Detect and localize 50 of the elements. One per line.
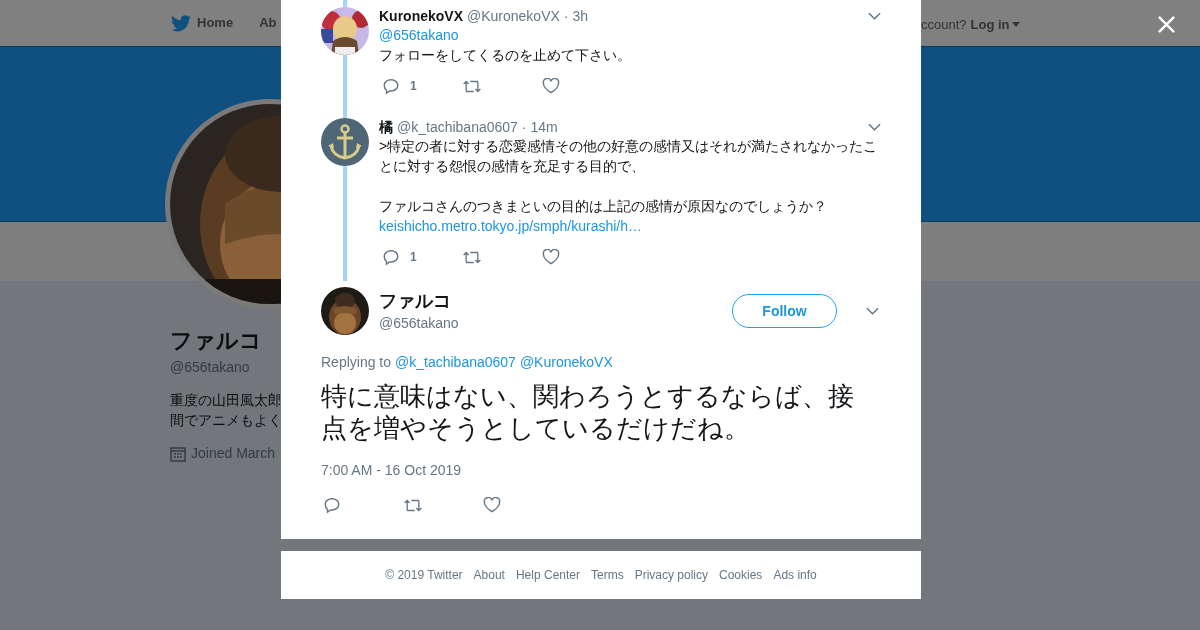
reply-count: 1: [410, 249, 417, 266]
mention-link[interactable]: @656takano: [379, 25, 459, 45]
nav-link[interactable]: Ab: [259, 13, 277, 33]
reply-icon[interactable]: [382, 248, 400, 266]
profile-handle: @656takano: [170, 358, 250, 377]
chevron-icon[interactable]: [868, 12, 881, 20]
nav-link[interactable]: Home: [171, 13, 234, 33]
tweet-text: >特定の者に対する恋愛感情その他の好意の感情又はそれが満たされなかったことに対する怨恨の感情を充足する目的で、: [379, 137, 879, 176]
tweet-timestamp: 7:00 AM - 16 Oct 2019: [321, 461, 462, 480]
author-name: ファルコ: [379, 289, 451, 313]
like-icon[interactable]: [483, 497, 501, 513]
mention-link[interactable]: @KuronekoVX: [519, 353, 613, 371]
tweet-text: フォローをしてくるのを止めて下さい。: [379, 46, 632, 65]
joined-date: Joined March: [191, 444, 276, 463]
footer-link[interactable]: Terms: [591, 566, 624, 584]
tweet-time: 3h: [572, 7, 589, 25]
footer-link[interactable]: Privacy policy: [634, 566, 708, 584]
chevron-icon[interactable]: [866, 307, 879, 315]
mention-link[interactable]: @k_tachibana0607: [395, 353, 516, 371]
author-handle: @KuronekoVX: [467, 7, 560, 25]
login-link[interactable]: Log in: [970, 15, 1020, 35]
close-icon[interactable]: [1157, 15, 1176, 34]
reply-count: 1: [410, 78, 417, 95]
like-icon[interactable]: [542, 78, 560, 94]
separator-dot: ·: [521, 118, 527, 136]
calendar-icon: [170, 445, 186, 462]
author-handle: @656takano: [379, 313, 459, 333]
replying-label: Replying to: [321, 353, 392, 371]
tweet-text: ファルコさんのつきまといの目的は上記の感情が原因なのでしょうか？: [379, 197, 828, 216]
author-name: 橘: [379, 118, 393, 136]
author-name: KuronekoVX: [379, 7, 463, 25]
account-prompt: ccount?: [921, 16, 967, 34]
footer-link[interactable]: Ads info: [773, 566, 817, 584]
footer-link[interactable]: Help Center: [515, 566, 580, 584]
tweet-link[interactable]: keishicho.metro.tokyo.jp/smph/kurashi/h…: [379, 216, 642, 236]
caret-icon: [1011, 22, 1020, 28]
anchor-icon: [328, 124, 362, 160]
tweet-time: 14m: [530, 118, 558, 136]
like-icon[interactable]: [542, 249, 560, 265]
reply-icon[interactable]: [323, 496, 341, 514]
bird-icon: [171, 14, 191, 32]
author-handle: @k_tachibana0607: [397, 118, 518, 136]
footer-link[interactable]: Cookies: [719, 566, 763, 584]
footer-link[interactable]: About: [473, 566, 505, 584]
tweet-text: 特に意味はない、関わろうとするならば、接点を増やそうとしているだけだね。: [321, 380, 855, 444]
reply-icon[interactable]: [382, 77, 400, 95]
chevron-icon[interactable]: [868, 123, 881, 131]
copyright-text: © 2019 Twitter: [385, 567, 463, 584]
separator-dot: ·: [563, 7, 569, 25]
profile-name: ファルコ: [170, 327, 262, 355]
